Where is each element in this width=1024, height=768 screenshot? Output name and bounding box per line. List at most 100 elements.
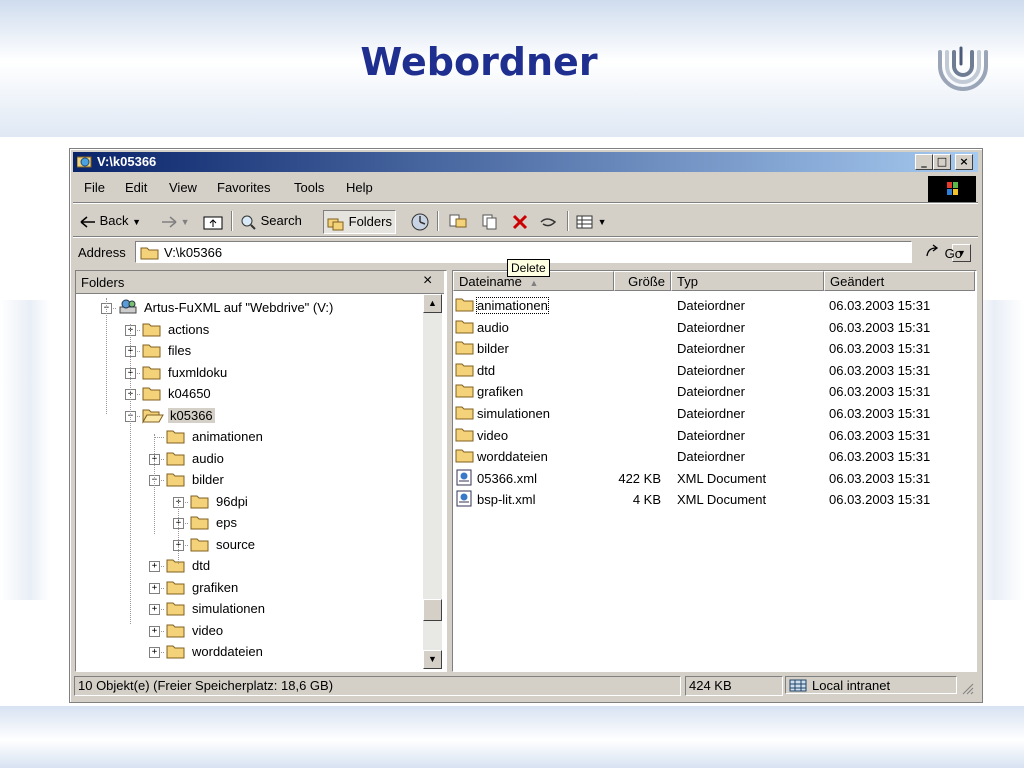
tree-item-label: grafiken [192,579,239,595]
column-header-type[interactable]: Typ [671,271,824,291]
folder-icon [455,361,475,380]
tree-item-grafiken[interactable]: + grafiken [76,578,422,598]
expand-icon[interactable]: + [149,647,160,658]
tree-item-bilder[interactable]: − bilder [76,470,422,490]
column-header-modified[interactable]: Geändert [824,271,975,291]
folders-pane: Folders × − Artus-FuXML auf "Webdrive" (V… [75,270,447,672]
tree-item-k05366[interactable]: − k05366 [76,406,422,426]
minimize-button[interactable]: _ [915,154,933,170]
file-row[interactable]: simulationen Dateiordner 06.03.2003 15:31 [453,403,973,424]
toolbar-divider [567,211,569,231]
tree-item-96dpi[interactable]: +96dpi [76,492,422,512]
file-type: Dateiordner [677,362,745,378]
folder-icon [455,404,475,423]
file-row[interactable]: dtd Dateiordner 06.03.2003 15:31 [453,360,973,381]
tree-item-simulationen[interactable]: + simulationen [76,599,422,619]
file-type: Dateiordner [677,298,745,313]
file-row[interactable]: bilder Dateiordner 06.03.2003 15:31 [453,338,973,359]
tree-item-video[interactable]: + video [76,621,422,641]
expand-icon[interactable]: + [149,604,160,615]
scroll-thumb[interactable] [423,599,442,621]
folder-icon [166,557,186,577]
delete-button[interactable] [511,210,529,232]
file-row[interactable]: animationen Dateiordner 06.03.2003 15:31 [453,295,973,316]
menu-edit[interactable]: Edit [125,180,147,195]
xml-file-icon [455,469,473,489]
file-modified: 06.03.2003 15:31 [829,341,931,357]
file-modified: 06.03.2003 15:31 [829,319,931,335]
folders-button[interactable]: Folders [323,210,396,234]
close-folders-pane-button[interactable]: × [423,272,432,290]
folder-icon [166,450,186,470]
menu-tools[interactable]: Tools [294,180,324,195]
file-row[interactable]: worddateien Dateiordner 06.03.2003 15:31 [453,446,973,467]
folders-scrollbar[interactable]: ▲ ▼ [423,294,442,669]
file-modified: 06.03.2003 15:31 [829,470,931,486]
file-row[interactable]: audio Dateiordner 06.03.2003 15:31 [453,317,973,338]
slide-side-shade-left [0,300,50,600]
tree-item-actions[interactable]: + actions [76,320,422,340]
back-dropdown-icon[interactable]: ▼ [132,217,141,227]
folder-icon [166,579,186,599]
file-list-pane: Dateiname ▲ Größe Typ Geändert animation… [452,270,977,672]
scroll-down-button[interactable]: ▼ [423,650,442,669]
history-button[interactable] [410,210,430,232]
file-size: 422 KB [618,470,661,486]
folders-label: Folders [348,214,392,229]
menu-help[interactable]: Help [346,180,373,195]
file-row[interactable]: bsp-lit.xml 4 KB XML Document 06.03.2003 15… [453,489,973,510]
back-button[interactable]: Back ▼ [80,210,141,232]
go-button[interactable]: Go [925,244,962,261]
tree-item-animationen[interactable]: animationen [76,427,422,447]
expand-icon[interactable]: + [149,582,160,594]
go-arrow-icon [926,244,939,257]
file-modified: 06.03.2003 15:31 [829,298,931,313]
tree-item-source[interactable]: + source [76,535,422,555]
views-dropdown-icon[interactable]: ▼ [598,217,607,227]
tree-item-worddateien[interactable]: + worddateien [76,642,422,662]
tree-item-dtd[interactable]: + dtd [76,556,422,576]
expand-icon[interactable]: + [149,625,160,637]
maximize-button[interactable]: □ [933,154,951,170]
resize-grip-icon[interactable] [960,681,974,695]
slide-footer-band [0,706,1024,768]
folder-icon [140,247,159,260]
explorer-window: V:\k05366 _ □ × File Edit View Favorites… [69,148,983,703]
folder-icon [142,342,162,362]
menu-view[interactable]: View [169,180,197,195]
file-row[interactable]: 05366.xml 422 KB XML Document 06.03.2003 15… [453,468,973,489]
tree-guide-line [178,499,179,564]
folder-icon [455,426,475,445]
file-name: grafiken [477,384,524,400]
tree-item-files[interactable]: + files [76,341,422,361]
move-to-button[interactable] [448,210,468,232]
forward-button[interactable]: ▼ [161,210,190,232]
file-row[interactable]: video Dateiordner 06.03.2003 15:31 [453,425,973,446]
folder-icon [166,428,186,448]
tree-item-label: animationen [192,429,263,444]
expand-icon[interactable]: + [149,561,160,572]
views-button[interactable]: ▼ [576,210,607,232]
tree-item-artus-fuxml-auf-webdrive-v[interactable]: − Artus-FuXML auf "Webdrive" (V:) [76,298,422,318]
tree-item-audio[interactable]: + audio [76,449,422,469]
window-titlebar[interactable]: V:\k05366 _ □ × [73,152,978,172]
undo-button[interactable] [537,210,559,232]
tree-item-k04650[interactable]: + k04650 [76,384,422,404]
tree-item-eps[interactable]: + eps [76,513,422,533]
folder-icon [455,339,475,358]
forward-dropdown-icon[interactable]: ▼ [181,217,190,227]
tree-item-label: actions [168,321,210,337]
search-button[interactable]: Search [239,210,302,232]
menu-favorites[interactable]: Favorites [217,180,270,195]
search-label: Search [260,213,302,228]
scroll-up-button[interactable]: ▲ [423,294,442,313]
copy-to-button[interactable] [481,210,501,232]
menu-file[interactable]: File [84,180,105,195]
history-icon [411,213,429,231]
up-button[interactable] [203,210,223,232]
column-header-size[interactable]: Größe [614,271,671,291]
tree-item-fuxmldoku[interactable]: + fuxmldoku [76,363,422,383]
file-type: Dateiordner [677,406,745,421]
close-button[interactable]: × [955,154,973,170]
file-row[interactable]: grafiken Dateiordner 06.03.2003 15:31 [453,381,973,402]
